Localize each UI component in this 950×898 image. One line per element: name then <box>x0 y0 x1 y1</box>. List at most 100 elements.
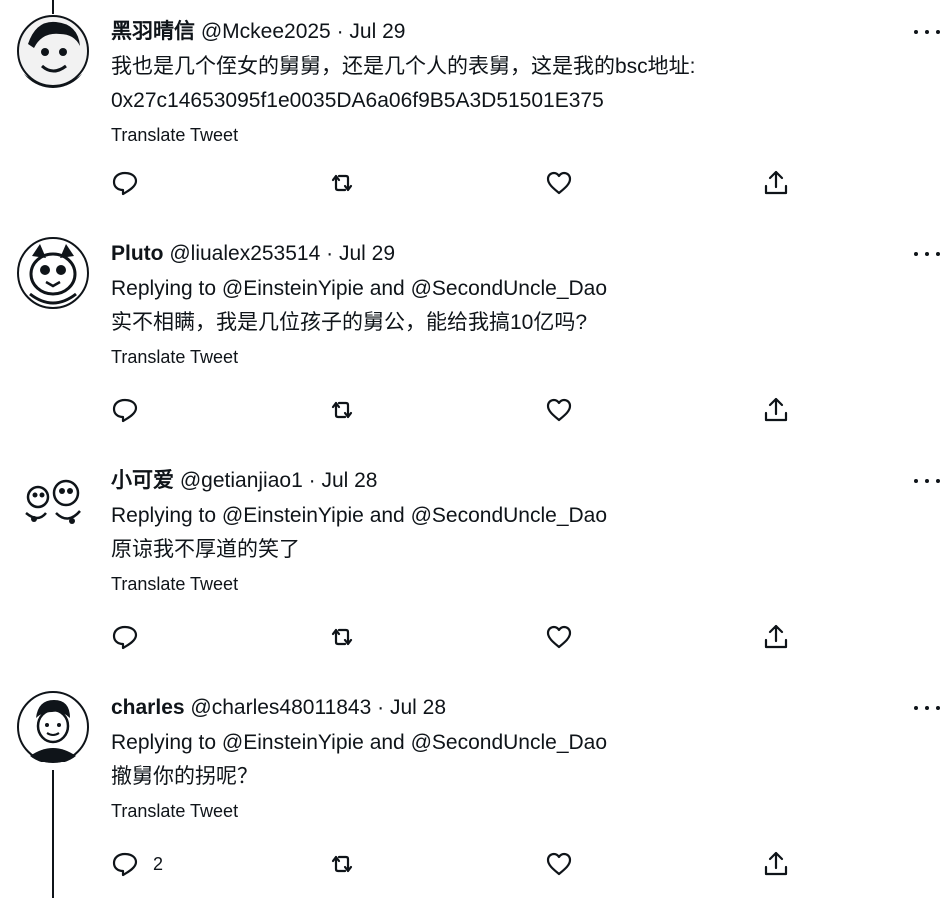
avatar-image <box>17 15 89 88</box>
like-button[interactable] <box>545 393 573 427</box>
header-separator: · <box>326 242 334 265</box>
retweet-icon <box>331 401 353 419</box>
share-icon <box>764 170 788 195</box>
translate-tweet-link[interactable]: Translate Tweet <box>111 798 930 824</box>
like-icon <box>546 171 572 195</box>
display-name[interactable]: Pluto <box>111 242 164 265</box>
replying-to-user-2[interactable]: @SecondUncle_Dao <box>411 277 607 300</box>
tweet-actions <box>111 166 811 200</box>
tweet-card-2[interactable]: Pluto @liualex253514 · Jul 29 Replying t… <box>0 236 950 446</box>
retweet-icon <box>331 174 353 192</box>
user-handle[interactable]: @Mckee2025 <box>201 20 331 43</box>
tweet-card-4[interactable]: charles @charles48011843 · Jul 28 Replyi… <box>0 690 950 898</box>
user-handle[interactable]: @getianjiao1 <box>180 469 303 492</box>
more-icon[interactable] <box>914 698 940 718</box>
share-icon <box>764 397 788 422</box>
header-separator: · <box>308 469 316 492</box>
share-button[interactable] <box>762 166 790 200</box>
tweet-header: charles @charles48011843 · Jul 28 <box>111 690 930 726</box>
translate-tweet-link[interactable]: Translate Tweet <box>111 571 930 597</box>
user-handle[interactable]: @charles48011843 <box>190 696 371 719</box>
tweet-text-line-1: 撤舅你的拐呢？ <box>111 765 258 788</box>
more-icon[interactable] <box>914 22 940 42</box>
tweet-header: 小可爱 @getianjiao1 · Jul 28 <box>111 463 930 499</box>
retweet-icon <box>331 855 353 873</box>
tweet-content: charles @charles48011843 · Jul 28 Replyi… <box>111 690 930 824</box>
display-name[interactable]: charles <box>111 696 185 719</box>
tweet-text-line-1: 实不相瞒，我是几位孩子的舅公，能给我搞10亿吗? <box>111 311 588 334</box>
like-icon <box>546 398 572 422</box>
replying-to-and: and <box>369 277 405 300</box>
more-icon[interactable] <box>914 244 940 264</box>
replying-to-label: Replying to <box>111 277 217 300</box>
replying-to-label: Replying to <box>111 504 217 527</box>
tweet-date[interactable]: Jul 29 <box>339 242 395 265</box>
tweet-card-3[interactable]: 小可爱 @getianjiao1 · Jul 28 Replying to @E… <box>0 463 950 673</box>
tweet-actions <box>111 393 811 427</box>
share-button[interactable] <box>762 847 790 881</box>
like-icon <box>546 852 572 876</box>
reply-icon <box>112 852 138 877</box>
avatar[interactable] <box>16 690 90 764</box>
avatar[interactable] <box>16 463 90 537</box>
replying-to-user-2[interactable]: @SecondUncle_Dao <box>411 731 607 754</box>
like-button[interactable] <box>545 166 573 200</box>
more-icon[interactable] <box>914 471 940 491</box>
reply-icon <box>112 398 138 423</box>
display-name[interactable]: 小可爱 <box>111 469 174 492</box>
header-separator: · <box>336 20 344 43</box>
tweet-date[interactable]: Jul 28 <box>321 469 377 492</box>
tweet-actions <box>111 620 811 654</box>
avatar-image <box>17 237 89 309</box>
like-button[interactable] <box>545 847 573 881</box>
tweet-content: 小可爱 @getianjiao1 · Jul 28 Replying to @E… <box>111 463 930 597</box>
reply-count: 2 <box>153 853 164 874</box>
tweet-text-line-1: 原谅我不厚道的笑了 <box>111 538 300 561</box>
reply-button[interactable] <box>111 166 153 200</box>
replying-to-user-2[interactable]: @SecondUncle_Dao <box>411 504 607 527</box>
reply-button[interactable] <box>111 393 153 427</box>
replying-to: Replying to @EinsteinYipie and @SecondUn… <box>111 726 930 760</box>
tweet-actions: 2 <box>111 847 811 881</box>
share-button[interactable] <box>762 620 790 654</box>
retweet-button[interactable] <box>328 620 356 654</box>
replying-to-and: and <box>369 504 405 527</box>
tweet-text-line-1: 我也是几个侄女的舅舅，还是几个人的表舅，这是我的bsc地址: <box>111 55 696 78</box>
header-separator: · <box>377 696 385 719</box>
avatar[interactable] <box>16 14 90 88</box>
user-handle[interactable]: @liualex253514 <box>169 242 320 265</box>
tweet-feed: 黑羽晴信 @Mckee2025 · Jul 29 我也是几个侄女的舅舅，还是几个… <box>0 0 950 898</box>
tweet-date[interactable]: Jul 28 <box>390 696 446 719</box>
replying-to-user-1[interactable]: @EinsteinYipie <box>222 277 364 300</box>
tweet-card-1[interactable]: 黑羽晴信 @Mckee2025 · Jul 29 我也是几个侄女的舅舅，还是几个… <box>0 14 950 224</box>
replying-to-user-1[interactable]: @EinsteinYipie <box>222 504 364 527</box>
tweet-date[interactable]: Jul 29 <box>349 20 405 43</box>
like-button[interactable] <box>545 620 573 654</box>
reply-button[interactable] <box>111 620 153 654</box>
tweet-text-line-2: 0x27c14653095f1e0035DA6a06f9B5A3D51501E3… <box>111 89 604 112</box>
tweet-content: Pluto @liualex253514 · Jul 29 Replying t… <box>111 236 930 370</box>
translate-tweet-link[interactable]: Translate Tweet <box>111 122 930 148</box>
tweet-content: 黑羽晴信 @Mckee2025 · Jul 29 我也是几个侄女的舅舅，还是几个… <box>111 14 930 148</box>
retweet-button[interactable] <box>328 847 356 881</box>
retweet-button[interactable] <box>328 393 356 427</box>
share-icon <box>764 624 788 649</box>
translate-tweet-link[interactable]: Translate Tweet <box>111 344 930 370</box>
like-icon <box>546 625 572 649</box>
replying-to-and: and <box>369 731 405 754</box>
avatar[interactable] <box>16 236 90 310</box>
tweet-header: 黑羽晴信 @Mckee2025 · Jul 29 <box>111 14 930 50</box>
reply-icon <box>112 625 138 650</box>
reply-button[interactable]: 2 <box>111 847 163 881</box>
retweet-icon <box>331 628 353 646</box>
share-icon <box>764 851 788 876</box>
replying-to: Replying to @EinsteinYipie and @SecondUn… <box>111 499 930 533</box>
retweet-button[interactable] <box>328 166 356 200</box>
share-button[interactable] <box>762 393 790 427</box>
replying-to-user-1[interactable]: @EinsteinYipie <box>222 731 364 754</box>
replying-to-label: Replying to <box>111 731 217 754</box>
display-name[interactable]: 黑羽晴信 <box>111 20 195 43</box>
tweet-header: Pluto @liualex253514 · Jul 29 <box>111 236 930 272</box>
replying-to: Replying to @EinsteinYipie and @SecondUn… <box>111 272 930 306</box>
avatar-image <box>17 464 89 536</box>
